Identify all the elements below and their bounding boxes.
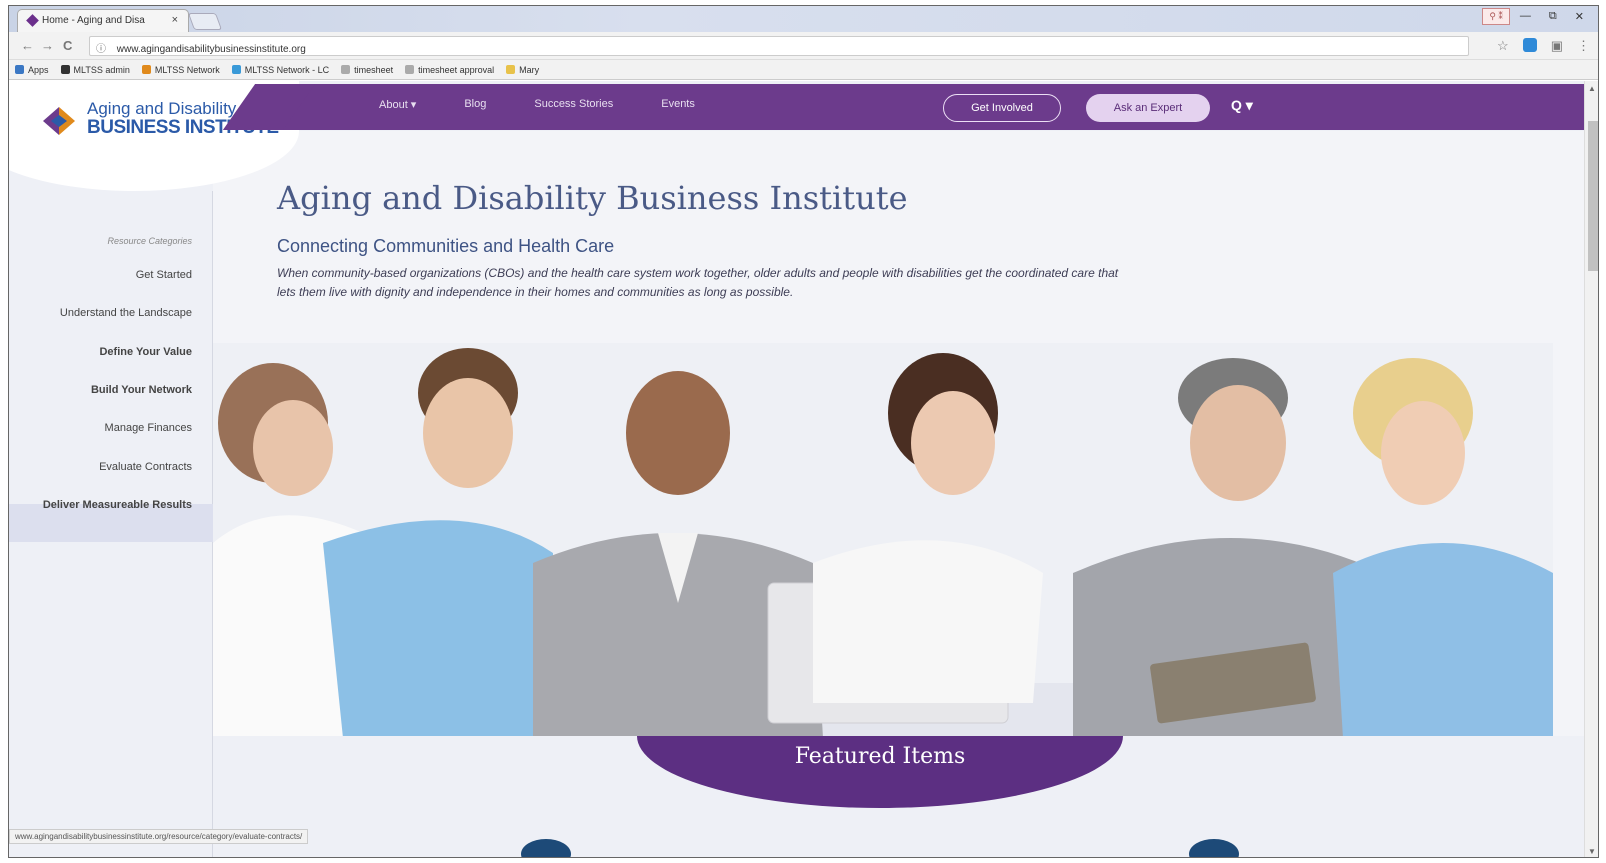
bookmark-label: Apps	[28, 64, 49, 75]
menu-icon[interactable]: ⋮	[1577, 38, 1590, 54]
maximize-icon[interactable]: ⧉	[1541, 8, 1565, 25]
page-viewport: Aging and Disability BUSINESS INSTITUTE …	[9, 81, 1584, 857]
sidebar-heading: Resource Categories	[107, 236, 192, 246]
scroll-down-icon[interactable]: ▼	[1588, 847, 1596, 856]
page-icon	[405, 65, 415, 74]
bookmark-star-icon[interactable]: ☆	[1497, 38, 1509, 54]
bookmark-label: MLTSS admin	[73, 64, 130, 75]
bookmark-item[interactable]: MLTSS Network - LC	[231, 63, 330, 76]
ask-expert-button[interactable]: Ask an Expert	[1086, 94, 1210, 122]
bookmark-item[interactable]: Mary	[506, 63, 539, 76]
sidebar-item-define-value[interactable]: Define Your Value	[99, 346, 192, 358]
reload-icon[interactable]: C	[63, 38, 72, 53]
sidebar-item-get-started[interactable]: Get Started	[136, 269, 192, 281]
page-scrollbar[interactable]: ▲ ▼	[1584, 81, 1598, 857]
get-involved-button[interactable]: Get Involved	[943, 94, 1061, 122]
globe-icon	[231, 65, 241, 74]
bookmark-label: MLTSS Network	[154, 64, 220, 75]
browser-window: Home - Aging and Disa × ⚲ ⁑ — ⧉ ✕ ← → C …	[8, 5, 1599, 858]
status-bar-url: www.agingandisabilitybusinessinstitute.o…	[9, 829, 309, 844]
sidebar-item-evaluate-contracts[interactable]: Evaluate Contracts	[99, 461, 192, 473]
search-icon[interactable]: Q ▾	[1231, 97, 1253, 114]
bookmark-label: timesheet approval	[418, 64, 495, 75]
toolbar-icons: ☆ ▣ ⋮	[1497, 38, 1590, 54]
bookmark-item[interactable]: Apps	[15, 63, 49, 76]
browser-toolbar: ← → C ⓘ www.agingandisabilitybusinessins…	[9, 32, 1598, 60]
page-title: Aging and Disability Business Institute	[277, 179, 908, 217]
address-url: www.agingandisabilitybusinessinstitute.o…	[116, 44, 306, 55]
bookmark-item[interactable]: timesheet approval	[405, 63, 494, 76]
extension-2-icon[interactable]: ▣	[1551, 38, 1563, 54]
resource-sidebar: Resource Categories Get Started Understa…	[9, 191, 213, 857]
bookmark-item[interactable]: MLTSS admin	[60, 63, 130, 76]
extension-icon[interactable]	[1522, 38, 1537, 52]
sidebar-item-understand-landscape[interactable]: Understand the Landscape	[60, 307, 192, 319]
minimize-icon[interactable]: —	[1512, 8, 1539, 25]
bookmark-label: MLTSS Network - LC	[244, 64, 330, 75]
sidebar-item-manage-finances[interactable]: Manage Finances	[105, 422, 192, 434]
nav-success-stories[interactable]: Success Stories	[534, 98, 613, 111]
mltss-icon	[60, 65, 70, 74]
scroll-thumb[interactable]	[1588, 121, 1598, 271]
back-icon[interactable]: ←	[21, 38, 34, 53]
tab-strip: Home - Aging and Disa × ⚲ ⁑ — ⧉ ✕	[9, 6, 1598, 32]
close-window-icon[interactable]: ✕	[1567, 8, 1592, 25]
forward-icon[interactable]: →	[41, 38, 54, 53]
page-subtitle: Connecting Communities and Health Care	[277, 236, 615, 256]
apps-icon	[15, 65, 24, 74]
bookmark-item[interactable]: MLTSS Network	[141, 63, 220, 76]
site-favicon-icon	[26, 14, 39, 27]
tab-close-icon[interactable]: ×	[172, 14, 178, 26]
tab-title: Home - Aging and Disa	[42, 15, 145, 26]
sidebar-item-deliver-results[interactable]: Deliver Measureable Results	[43, 499, 192, 511]
window-controls: ⚲ ⁑ — ⧉ ✕	[1482, 8, 1592, 25]
user-profile-button[interactable]: ⚲ ⁑	[1482, 8, 1510, 25]
main-nav: About ▾ Blog Success Stories Events	[379, 98, 695, 111]
bookmark-label: timesheet	[354, 64, 394, 75]
sidebar-item-build-network[interactable]: Build Your Network	[91, 384, 192, 396]
intro-paragraph: When community-based organizations (CBOs…	[277, 266, 1119, 299]
bookmarks-bar: Apps MLTSS admin MLTSS Network MLTSS Networ…	[9, 60, 1598, 80]
bookmark-label: Mary	[519, 64, 540, 75]
folder-icon	[506, 65, 516, 74]
scroll-up-icon[interactable]: ▲	[1588, 84, 1596, 93]
logo-arrows-icon	[43, 107, 75, 135]
info-icon[interactable]: ⓘ	[96, 44, 106, 55]
logo-line1: Aging and Disability	[87, 99, 237, 118]
mltss-network-icon	[141, 65, 151, 74]
nav-events[interactable]: Events	[661, 98, 695, 111]
hero-team-photo	[213, 343, 1553, 738]
new-tab-button[interactable]	[187, 13, 223, 30]
nav-blog[interactable]: Blog	[464, 98, 486, 111]
featured-title: Featured Items	[794, 744, 966, 769]
nav-about[interactable]: About ▾	[379, 98, 416, 111]
tab-home[interactable]: Home - Aging and Disa ×	[17, 9, 189, 32]
page-icon	[341, 65, 351, 74]
address-bar[interactable]: ⓘ www.agingandisabilitybusinessinstitute…	[89, 36, 1469, 56]
bookmark-item[interactable]: timesheet	[341, 63, 393, 76]
